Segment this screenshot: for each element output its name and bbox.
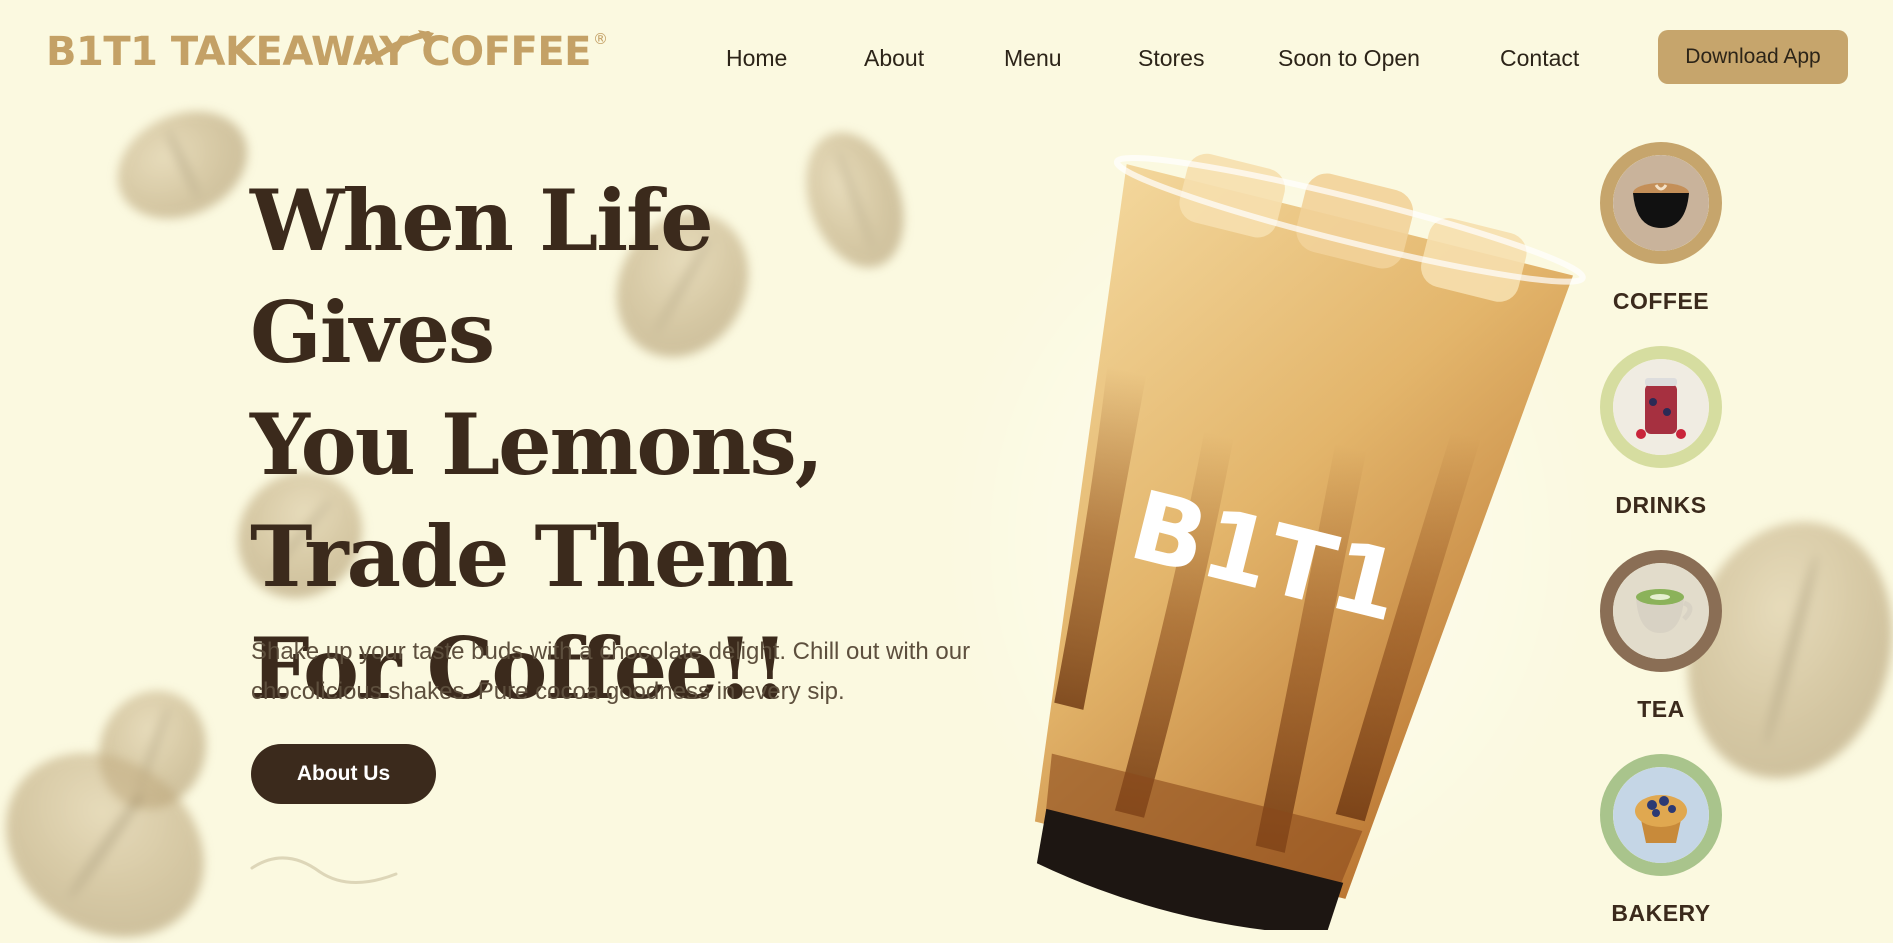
category-label: DRINKS bbox=[1615, 492, 1707, 518]
category-drinks-image bbox=[1600, 346, 1722, 468]
category-label: COFFEE bbox=[1612, 288, 1710, 314]
hero-title-line: When Life Gives bbox=[250, 171, 714, 382]
berry-drink-jar-icon bbox=[1636, 378, 1686, 439]
nav-stores[interactable]: Stores bbox=[1138, 46, 1204, 70]
about-us-button[interactable]: About Us bbox=[251, 744, 436, 804]
brand-logo[interactable]: B1T1 TAKEAWAY COFFEE ® bbox=[46, 29, 608, 75]
hero-title-line: You Lemons, bbox=[250, 395, 824, 494]
matcha-tea-cup-icon bbox=[1636, 589, 1693, 633]
category-tea[interactable]: TEA bbox=[1600, 550, 1722, 723]
registered-mark: ® bbox=[592, 30, 608, 48]
download-app-button[interactable]: Download App bbox=[1658, 30, 1848, 84]
logo-text: B1T1 TAKEAWAY COFFEE bbox=[46, 29, 591, 75]
category-coffee-image bbox=[1600, 142, 1722, 264]
category-tea-image bbox=[1600, 550, 1722, 672]
category-bakery[interactable]: BAKERY bbox=[1600, 754, 1722, 927]
page: B1T1 TAKEAWAY COFFEE ® Home About Menu S… bbox=[0, 0, 1893, 943]
logo-swoosh-icon bbox=[365, 30, 434, 65]
nav-menu[interactable]: Menu bbox=[1004, 46, 1062, 70]
category-bakery-image bbox=[1600, 754, 1722, 876]
nav-about[interactable]: About bbox=[864, 46, 924, 70]
hero-title-line: Trade Them bbox=[250, 507, 794, 606]
coffee-bean-decoration bbox=[100, 91, 265, 239]
hero-description: Shake up your taste buds with a chocolat… bbox=[251, 638, 971, 705]
blueberry-muffin-icon bbox=[1635, 795, 1687, 843]
category-label: BAKERY bbox=[1611, 900, 1711, 926]
nav-soon-to-open[interactable]: Soon to Open bbox=[1278, 46, 1420, 70]
category-coffee[interactable]: COFFEE bbox=[1600, 142, 1722, 315]
category-drinks[interactable]: DRINKS bbox=[1600, 346, 1722, 519]
category-label: TEA bbox=[1637, 696, 1685, 722]
coffee-cup-icon bbox=[1633, 183, 1689, 228]
nav-contact[interactable]: Contact bbox=[1500, 46, 1579, 70]
nav-home[interactable]: Home bbox=[726, 46, 787, 70]
iced-coffee-cup-image: B1T1 bbox=[950, 153, 1600, 930]
squiggle-decoration bbox=[250, 856, 398, 884]
